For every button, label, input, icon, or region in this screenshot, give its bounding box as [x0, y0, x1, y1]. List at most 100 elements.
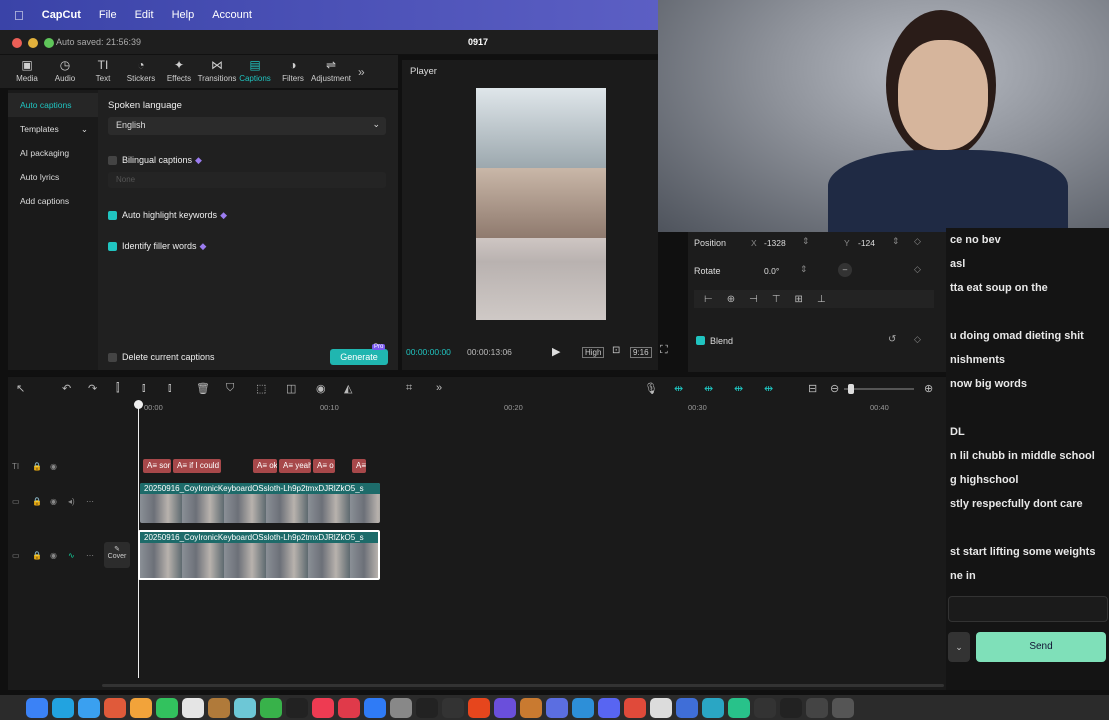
- tab-adjustment[interactable]: ⇌ Adjustment: [311, 59, 351, 84]
- highlight-row[interactable]: Auto highlight keywords ◆: [108, 210, 388, 221]
- delete-captions-checkbox[interactable]: [108, 353, 117, 363]
- timeline-scrollbar[interactable]: [102, 684, 944, 687]
- caption-clip[interactable]: A≡ yeah: [279, 459, 311, 473]
- fit-screen-icon[interactable]: ⊡: [612, 345, 620, 356]
- dock-app-icon[interactable]: [416, 697, 438, 718]
- split-left-icon[interactable]: ⫾: [142, 382, 146, 395]
- minimize-window-button[interactable]: [28, 38, 38, 48]
- align-center-h-icon[interactable]: ⊕: [727, 294, 735, 305]
- caption-clip[interactable]: A≡ if I could: [173, 459, 221, 473]
- overlay-video-clip[interactable]: 20250916_CoyIronicKeyboardOSsloth-Lh9p2t…: [140, 483, 380, 523]
- generate-button[interactable]: Generate: [330, 349, 388, 365]
- rotate-stepper-icon[interactable]: ⇕: [800, 264, 808, 275]
- keyframe-icon[interactable]: ◇: [914, 264, 921, 275]
- eye-icon[interactable]: ◉: [50, 551, 57, 560]
- mute-icon[interactable]: ◂): [68, 497, 75, 506]
- zoom-out-icon[interactable]: ⊖: [830, 382, 839, 395]
- align-right-icon[interactable]: ⊣: [749, 294, 758, 305]
- dock-app-icon[interactable]: [832, 697, 854, 718]
- cover-button[interactable]: ✎ Cover: [104, 542, 130, 568]
- blend-checkbox[interactable]: [696, 336, 705, 345]
- play-icon[interactable]: ▶: [552, 345, 560, 358]
- chat-dropdown-icon[interactable]: ⌄: [948, 632, 970, 662]
- more-options-icon[interactable]: ⋯: [86, 497, 94, 506]
- dock-app-icon[interactable]: [650, 697, 672, 718]
- send-button[interactable]: Send: [976, 632, 1106, 662]
- delete-icon[interactable]: 🗑: [196, 382, 210, 395]
- apple-icon[interactable]: : [14, 8, 24, 23]
- app-menu[interactable]: CapCut: [42, 9, 81, 21]
- tab-filters[interactable]: ◑ Filters: [274, 59, 312, 84]
- mirror-icon[interactable]: ◭: [344, 382, 352, 395]
- dock-app-icon[interactable]: [702, 697, 724, 718]
- redo-icon[interactable]: ↷: [88, 382, 97, 395]
- tab-stickers[interactable]: ◔ Stickers: [122, 59, 160, 84]
- dock-app-icon[interactable]: [546, 697, 568, 718]
- dock-app-icon[interactable]: [338, 697, 360, 718]
- more-options-icon[interactable]: ⋯: [86, 551, 94, 560]
- tab-audio[interactable]: ◷ Audio: [46, 59, 84, 84]
- position-x-input[interactable]: -1328: [764, 238, 786, 248]
- ratio-button[interactable]: 9:16: [630, 347, 652, 358]
- split-icon[interactable]: ⫿: [116, 382, 120, 395]
- tab-captions[interactable]: ▤ Captions: [236, 59, 274, 84]
- rotate-input[interactable]: 0.0°: [764, 266, 779, 276]
- menu-edit[interactable]: Edit: [135, 9, 154, 21]
- more-tabs-icon[interactable]: »: [358, 65, 365, 79]
- align-bottom-icon[interactable]: ⊥: [817, 294, 826, 305]
- dock-app-icon[interactable]: [312, 697, 334, 718]
- dock-app-icon[interactable]: [78, 697, 100, 718]
- delete-row[interactable]: Delete current captions: [108, 352, 215, 363]
- dock-app-icon[interactable]: [442, 697, 464, 718]
- freeze-icon[interactable]: ⬚: [256, 382, 266, 395]
- eye-icon[interactable]: ◉: [50, 462, 57, 471]
- preview-axis-icon[interactable]: ⇹: [734, 382, 743, 395]
- bilingual-checkbox[interactable]: [108, 156, 117, 166]
- crop-icon[interactable]: ⌗: [406, 382, 412, 395]
- link-icon[interactable]: ⇹: [704, 382, 713, 395]
- caption-clip[interactable]: A≡ ok: [253, 459, 277, 473]
- lock-icon[interactable]: 🔒: [32, 462, 42, 471]
- menu-help[interactable]: Help: [172, 9, 195, 21]
- y-stepper-icon[interactable]: ⇕: [892, 236, 900, 247]
- zoom-slider-track[interactable]: [844, 388, 914, 390]
- dock-app-icon[interactable]: [780, 697, 802, 718]
- dock-app-icon[interactable]: [390, 697, 412, 718]
- caption-clip[interactable]: A≡ o: [313, 459, 335, 473]
- align-top-icon[interactable]: ⊤: [772, 294, 781, 305]
- lock-icon[interactable]: 🔒: [32, 551, 42, 560]
- reverse-icon[interactable]: ◫: [286, 382, 296, 395]
- highlight-checkbox[interactable]: [108, 211, 117, 221]
- dock-app-icon[interactable]: [572, 697, 594, 718]
- sidebar-item-ai-packaging[interactable]: AI packaging: [8, 141, 98, 165]
- dock-app-icon[interactable]: [130, 697, 152, 718]
- more-tools-icon[interactable]: »: [436, 382, 442, 394]
- eye-icon[interactable]: ◉: [50, 497, 57, 506]
- dock-app-icon[interactable]: [286, 697, 308, 718]
- tab-media[interactable]: ▣ Media: [8, 59, 46, 84]
- menu-account[interactable]: Account: [212, 9, 252, 21]
- dock-app-icon[interactable]: [156, 697, 178, 718]
- lock-icon[interactable]: 🔒: [32, 497, 42, 506]
- menu-file[interactable]: File: [99, 9, 117, 21]
- dock-app-icon[interactable]: [234, 697, 256, 718]
- main-video-clip[interactable]: 20250916_CoyIronicKeyboardOSsloth-Lh9p2t…: [138, 530, 380, 580]
- dock-app-icon[interactable]: [728, 697, 750, 718]
- tab-text[interactable]: TI Text: [84, 59, 122, 84]
- dock-app-icon[interactable]: [624, 697, 646, 718]
- dock-app-icon[interactable]: [260, 697, 282, 718]
- undo-icon[interactable]: ↶: [62, 382, 71, 395]
- close-window-button[interactable]: [12, 38, 22, 48]
- reset-icon[interactable]: ↺: [888, 334, 896, 345]
- caption-clip[interactable]: A≡ sor: [143, 459, 171, 473]
- dock-app-icon[interactable]: [208, 697, 230, 718]
- filler-row[interactable]: Identify filler words ◆: [108, 241, 388, 252]
- sidebar-item-auto-captions[interactable]: Auto captions: [8, 93, 98, 117]
- tab-effects[interactable]: ✦ Effects: [160, 59, 198, 84]
- dock-app-icon[interactable]: [104, 697, 126, 718]
- playhead-handle[interactable]: [134, 400, 143, 409]
- language-select[interactable]: English ⌄: [108, 117, 386, 135]
- speed-icon[interactable]: ◉: [316, 382, 326, 395]
- align-left-icon[interactable]: ⊢: [704, 294, 713, 305]
- snap-icon[interactable]: ⇹: [764, 382, 773, 395]
